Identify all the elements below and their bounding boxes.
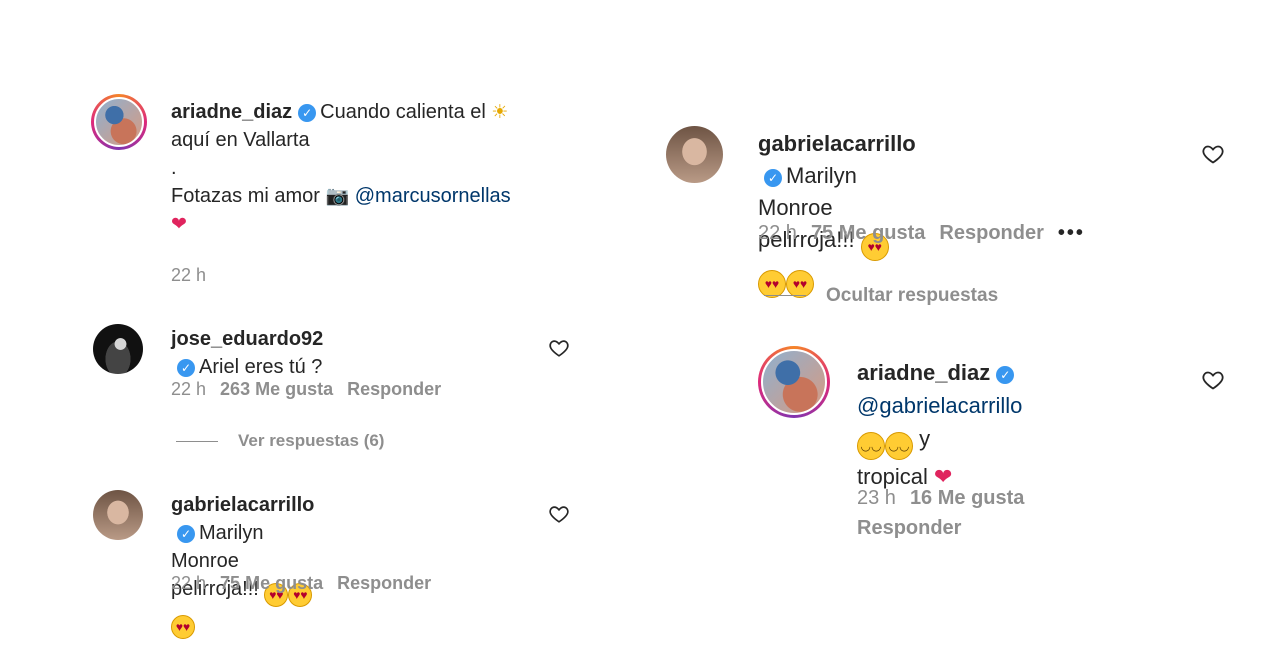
sun-emoji-icon: ☀ (491, 101, 509, 123)
avatar[interactable] (758, 346, 830, 418)
view-replies-button[interactable]: Ver respuestas (6) (176, 431, 384, 451)
hide-replies-button[interactable]: Ocultar respuestas (764, 285, 998, 307)
comment-text: Cuando calienta el (320, 101, 486, 123)
username[interactable]: gabrielacarrillo (758, 131, 916, 156)
reply-button[interactable]: Responder (337, 573, 431, 593)
timestamp[interactable]: 22 h (171, 379, 206, 399)
verified-badge-icon: ✓ (298, 104, 317, 122)
verified-badge-icon: ✓ (177, 359, 195, 377)
likes-count[interactable]: 75 Me gusta (220, 573, 323, 593)
comment-text: y (919, 426, 931, 451)
verified-badge-icon: ✓ (764, 169, 782, 187)
heart-outline-icon[interactable] (1201, 368, 1225, 392)
camera-emoji-icon: 📷 (325, 185, 350, 207)
timestamp[interactable]: 22 h (758, 222, 797, 244)
heart-outline-icon[interactable] (1201, 142, 1225, 166)
hide-replies-label: Ocultar respuestas (826, 285, 999, 306)
timestamp[interactable]: 23 h (857, 487, 896, 509)
view-replies-label: Ver respuestas (6) (238, 431, 385, 450)
comment-body: ariadne_diaz ✓ @gabrielacarrillo ◡◡ ◡◡ y t… (857, 356, 1022, 494)
comment-meta: 22 h 75 Me gusta Responder (171, 573, 445, 594)
mention-link[interactable]: @gabrielacarrillo (857, 393, 1022, 418)
comment-meta: 22 h 75 Me gusta Responder ••• (758, 222, 1099, 245)
heart-outline-icon[interactable] (548, 503, 570, 525)
avatar[interactable] (93, 490, 143, 540)
timestamp[interactable]: 22 h (171, 265, 206, 285)
laughing-emoji-icon: ◡◡ (885, 432, 913, 460)
comment-body: gabrielacarrillo✓ Marilyn Monroe pelirroj… (758, 128, 916, 298)
username[interactable]: jose_eduardo92 (171, 328, 323, 350)
mention-link[interactable]: @marcusornellas (355, 185, 511, 207)
username[interactable]: ariadne_diaz (857, 360, 990, 385)
comment-text: . (171, 157, 177, 179)
username[interactable]: gabrielacarrillo (171, 494, 314, 516)
heart-outline-icon[interactable] (548, 337, 570, 359)
verified-badge-icon: ✓ (996, 366, 1015, 384)
comment-text: Ariel eres tú ? (199, 356, 323, 378)
likes-count[interactable]: 263 Me gusta (220, 379, 333, 399)
comment-text: Fotazas mi amor (171, 185, 320, 207)
verified-badge-icon: ✓ (177, 525, 195, 543)
comment-meta: 22 h (171, 265, 220, 286)
comment-body: gabrielacarrillo✓ Marilyn Monroe pelirroj… (171, 491, 314, 639)
red-heart-emoji-icon: ❤ (171, 213, 187, 235)
likes-count[interactable]: 16 Me gusta (910, 487, 1024, 509)
laughing-emoji-icon: ◡◡ (857, 432, 885, 460)
likes-count[interactable]: 75 Me gusta (811, 222, 925, 244)
timestamp[interactable]: 22 h (171, 573, 206, 593)
comment-body: jose_eduardo92 ✓ Ariel eres tú ? (171, 325, 323, 381)
reply-button[interactable]: Responder (347, 379, 441, 399)
avatar[interactable] (93, 324, 143, 374)
divider-line (176, 441, 218, 443)
heart-eyes-emoji-icon: ♥♥ (171, 615, 195, 639)
avatar[interactable] (666, 126, 723, 183)
reply-button[interactable]: Responder (857, 517, 961, 539)
comment-meta: 22 h 263 Me gusta Responder (171, 379, 455, 400)
reply-button[interactable]: Responder (939, 222, 1043, 244)
username[interactable]: ariadne_diaz (171, 101, 292, 123)
avatar[interactable] (91, 94, 147, 150)
divider-line (764, 295, 806, 297)
comment-text: aquí en Vallarta (171, 129, 310, 151)
comment-meta: 23 h 16 Me gusta Responder (857, 483, 1067, 543)
more-options-icon[interactable]: ••• (1058, 222, 1085, 244)
comment-body: ariadne_diaz ✓ Cuando calienta el ☀ aquí e… (171, 98, 571, 238)
